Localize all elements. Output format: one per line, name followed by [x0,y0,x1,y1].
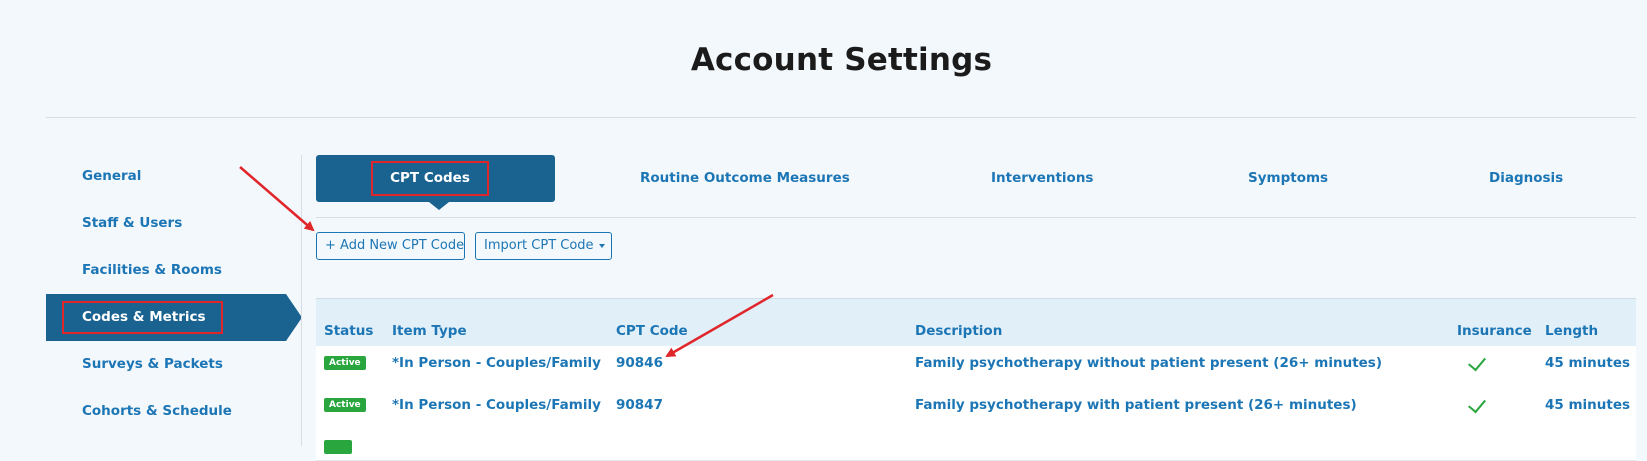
description-link[interactable]: Family psychotherapy with patient presen… [915,388,1357,430]
item-type-link[interactable]: *In Person - Couples/Family [392,388,601,430]
column-header-item-type[interactable]: Item Type [392,299,467,347]
check-icon [1468,352,1486,372]
sidebar-item-facilities-rooms[interactable]: Facilities & Rooms [46,247,302,294]
column-header-description[interactable]: Description [915,299,1002,347]
length-link[interactable]: 45 minutes [1545,346,1630,388]
caret-down-icon [598,243,605,248]
import-button-label: Import CPT Code [484,238,594,253]
check-icon [1468,394,1486,414]
length-link[interactable]: 45 minutes [1545,388,1630,430]
cpt-code-link[interactable]: 90846 [616,346,663,388]
column-header-status[interactable]: Status [324,299,373,347]
import-cpt-code-dropdown[interactable]: Import CPT Code [475,232,612,260]
sidebar-item-codes-metrics[interactable]: Codes & Metrics [46,294,302,341]
sidebar-item-label: Surveys & Packets [82,356,223,372]
sidebar-divider [301,155,302,446]
sidebar-item-label: Facilities & Rooms [82,262,222,278]
sidebar-item-general[interactable]: General [46,153,302,200]
column-header-length[interactable]: Length [1545,299,1598,347]
sidebar-item-label: Staff & Users [82,215,183,231]
tab-routine-outcome-measures[interactable]: Routine Outcome Measures [640,155,850,202]
tabs-divider [316,217,1636,218]
sidebar-item-label: Codes & Metrics [62,301,223,334]
sidebar-item-staff-users[interactable]: Staff & Users [46,200,302,247]
table-row[interactable]: Active *In Person - Couples/Family 90846… [316,346,1636,389]
tab-symptoms[interactable]: Symptoms [1248,155,1328,202]
sidebar-item-label: Cohorts & Schedule [82,403,232,419]
column-header-cpt-code[interactable]: CPT Code [616,299,688,347]
add-cpt-code-button[interactable]: + Add New CPT Code [316,232,465,260]
page-title: Account Settings [690,42,993,78]
sidebar-item-surveys-packets[interactable]: Surveys & Packets [46,341,302,388]
column-header-insurance[interactable]: Insurance [1457,299,1532,347]
table-row[interactable]: Active *In Person - Couples/Family 90847… [316,388,1636,431]
status-badge [324,440,352,454]
sidebar-item-label: General [82,168,142,184]
table-header: Status Item Type CPT Code Description In… [316,298,1636,347]
description-link[interactable]: Family psychotherapy without patient pre… [915,346,1382,388]
cpt-code-link[interactable]: 90847 [616,388,663,430]
sidebar-item-cohorts-schedule[interactable]: Cohorts & Schedule [46,388,302,435]
item-type-link[interactable]: *In Person - Couples/Family [392,346,601,388]
header-divider [46,117,1636,118]
status-badge: Active [324,398,366,412]
tab-diagnosis[interactable]: Diagnosis [1489,155,1563,202]
tab-cpt-codes[interactable]: CPT Codes [316,155,555,210]
tab-interventions[interactable]: Interventions [991,155,1093,202]
status-badge: Active [324,356,366,370]
tab-label: CPT Codes [371,161,489,196]
